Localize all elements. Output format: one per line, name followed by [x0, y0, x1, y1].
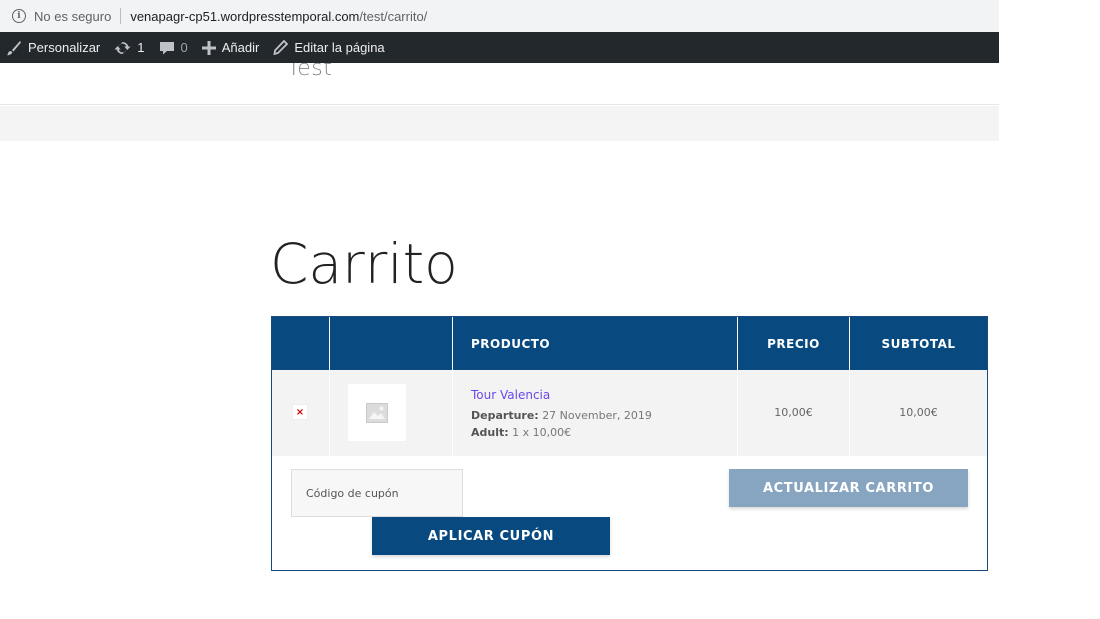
admin-bar-add-new[interactable]: Añadir: [195, 32, 267, 63]
cell-price: 10,00€: [738, 370, 850, 456]
updates-count: 1: [137, 40, 145, 55]
comments-count: 0: [180, 40, 188, 55]
column-header-product: PRODUCTO: [453, 317, 738, 370]
omnibox[interactable]: i No es seguro venapagr-cp51.wordpresste…: [8, 4, 998, 28]
site-nav-strip: [0, 106, 999, 141]
wp-admin-bar: Personalizar 1 0 Añadir Editar la página: [0, 32, 999, 63]
cart-table: PRODUCTO PRECIO SUBTOTAL × Tour Valencia: [271, 316, 988, 571]
url-divider: [120, 8, 122, 24]
column-header-product-label: PRODUCTO: [471, 336, 551, 351]
coupon-code-input[interactable]: [291, 469, 463, 517]
cart-table-header: PRODUCTO PRECIO SUBTOTAL: [272, 317, 987, 370]
plus-icon: [201, 40, 216, 55]
url-host[interactable]: venapagr-cp51.wordpresstemporal.com: [130, 9, 359, 24]
cell-remove: ×: [272, 370, 330, 456]
comment-icon: [159, 40, 175, 56]
admin-bar-updates[interactable]: 1: [107, 32, 151, 63]
table-row: × Tour Valencia Departure: 27 November, …: [272, 370, 987, 456]
adult-value: 1 x 10,00€: [512, 426, 572, 439]
product-name-link[interactable]: Tour Valencia: [471, 388, 550, 402]
cell-subtotal: 10,00€: [850, 370, 987, 456]
cell-thumbnail: [330, 370, 453, 456]
item-price: 10,00€: [774, 406, 813, 419]
product-thumbnail[interactable]: [348, 384, 406, 441]
column-header-price: PRECIO: [738, 317, 850, 370]
update-cart-button[interactable]: ACTUALIZAR CARRITO: [729, 469, 968, 507]
admin-bar-edit-page-label: Editar la página: [294, 40, 385, 55]
apply-coupon-button[interactable]: APLICAR CUPÓN: [372, 517, 610, 555]
admin-bar-customize[interactable]: Personalizar: [0, 32, 107, 63]
product-adult: Adult: 1 x 10,00€: [471, 426, 571, 439]
column-header-thumbnail: [330, 317, 453, 370]
brush-icon: [6, 40, 22, 56]
adult-label: Adult:: [471, 426, 509, 439]
url-path[interactable]: /test/carrito/: [359, 9, 427, 24]
column-header-price-label: PRECIO: [767, 336, 820, 351]
image-placeholder-icon: [366, 402, 388, 423]
site-title[interactable]: Test: [287, 63, 332, 81]
admin-bar-comments[interactable]: 0: [152, 32, 195, 63]
remove-item-button[interactable]: ×: [292, 404, 308, 420]
column-header-subtotal: SUBTOTAL: [850, 317, 987, 370]
admin-bar-edit-page[interactable]: Editar la página: [266, 32, 391, 63]
updates-icon: [114, 40, 131, 56]
departure-label: Departure:: [471, 409, 539, 422]
site-header: Test: [0, 63, 999, 105]
departure-value: 27 November, 2019: [542, 409, 652, 422]
pencil-icon: [273, 40, 289, 55]
security-label[interactable]: No es seguro: [34, 9, 111, 24]
column-header-subtotal-label: SUBTOTAL: [881, 336, 956, 351]
info-icon[interactable]: i: [12, 9, 26, 23]
admin-bar-add-new-label: Añadir: [221, 40, 260, 55]
admin-bar-customize-label: Personalizar: [28, 40, 101, 55]
page-title: Carrito: [270, 232, 458, 296]
product-departure: Departure: 27 November, 2019: [471, 409, 652, 422]
browser-address-bar: i No es seguro venapagr-cp51.wordpresste…: [0, 0, 999, 32]
cell-product: Tour Valencia Departure: 27 November, 20…: [453, 370, 738, 456]
column-header-remove: [272, 317, 330, 370]
item-subtotal: 10,00€: [899, 406, 938, 419]
